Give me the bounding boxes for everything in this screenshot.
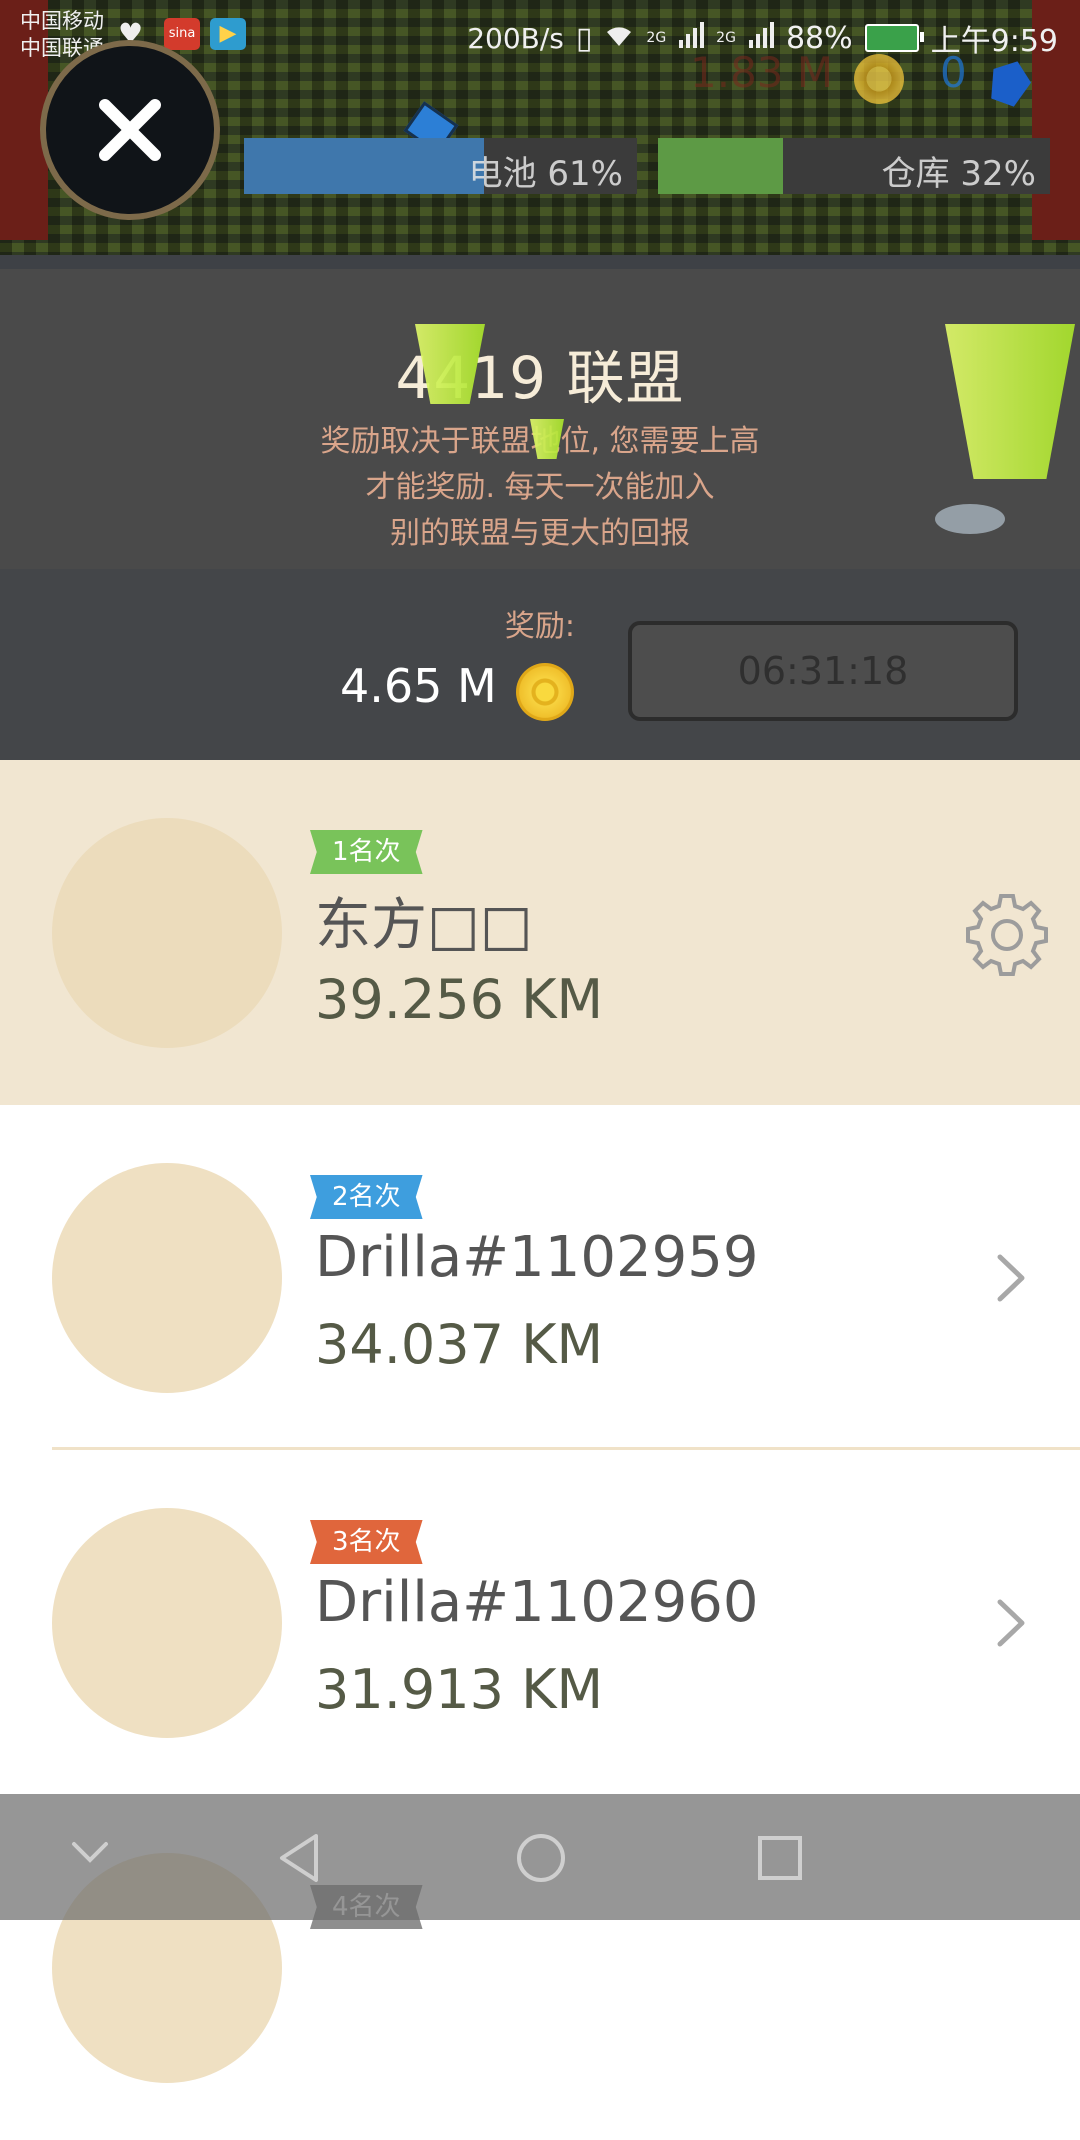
network-type-1: 2G — [646, 30, 667, 46]
clock: 上午9:59 — [930, 24, 1058, 59]
league-panel: 4419 联盟 奖励取决于联盟地位, 您需要上高 才能奖励. 每天一次能加入 别… — [0, 255, 1080, 774]
ranking-row[interactable]: 2名次 Drilla#1102959 34.037 KM — [0, 1105, 1080, 1450]
ranking-row[interactable]: 1名次 东方□□ 39.256 KM — [0, 760, 1080, 1105]
reward-amount: 4.65 M — [340, 659, 497, 713]
carrier-name-1: 中国移动 — [20, 9, 104, 33]
rank-badge: 1名次 — [310, 830, 423, 874]
player-distance: 39.256 KM — [315, 968, 604, 1031]
status-right: 200B/s ▯ 2G 2G 88% 上午9:59 — [467, 16, 1058, 60]
close-button[interactable] — [40, 40, 220, 220]
back-icon[interactable] — [276, 1832, 322, 1884]
player-distance: 34.037 KM — [315, 1313, 604, 1376]
vibrate-icon: ▯ — [575, 20, 593, 56]
reward-timer-button[interactable]: 06:31:18 — [628, 621, 1018, 721]
gear-icon[interactable] — [964, 890, 1050, 976]
recents-icon[interactable] — [756, 1834, 804, 1882]
sina-icon: sina — [164, 18, 200, 50]
network-speed: 200B/s — [467, 21, 564, 55]
battery-icon — [864, 24, 924, 52]
storage-bar: 仓库 32% — [658, 138, 1050, 194]
close-icon — [99, 99, 161, 161]
chevron-right-icon[interactable] — [964, 1580, 1050, 1666]
player-name: 东方□□ — [315, 893, 533, 958]
battery-percent: 88% — [785, 20, 853, 56]
navigation-bar — [0, 1794, 1080, 1920]
player-name: Drilla#1102959 — [315, 1225, 759, 1290]
avatar — [52, 1163, 282, 1393]
storage-bar-fill — [658, 138, 784, 194]
rank-badge: 3名次 — [310, 1520, 423, 1564]
reward-label: 奖励: — [504, 609, 575, 644]
signal-icon-2 — [748, 21, 774, 56]
battery-bar: 电池 61% — [244, 138, 637, 194]
battery-bar-label: 电池 61% — [468, 154, 623, 194]
battery-bar-fill — [244, 138, 484, 194]
coin-icon — [516, 663, 574, 721]
wifi-icon — [604, 21, 634, 56]
player-name: Drilla#1102960 — [315, 1570, 759, 1635]
video-app-icon: ▶ — [210, 18, 246, 50]
rank-badge: 2名次 — [310, 1175, 423, 1219]
player-distance: 31.913 KM — [315, 1658, 604, 1721]
chevron-right-icon[interactable] — [964, 1235, 1050, 1321]
cup-decoration — [945, 324, 1075, 479]
home-icon[interactable] — [515, 1832, 567, 1884]
storage-bar-label: 仓库 32% — [881, 154, 1036, 194]
signal-icon-1 — [678, 21, 705, 56]
ranking-row[interactable]: 3名次 Drilla#1102960 31.913 KM — [0, 1450, 1080, 1795]
reward-strip: 奖励: 4.65 M 06:31:18 — [0, 569, 1080, 774]
chevron-down-icon[interactable] — [70, 1838, 110, 1866]
cup-base-decoration — [935, 504, 1005, 534]
league-title: 4419 联盟 — [395, 344, 685, 412]
avatar — [52, 1508, 282, 1738]
network-type-2: 2G — [716, 30, 736, 46]
avatar — [52, 818, 282, 1048]
